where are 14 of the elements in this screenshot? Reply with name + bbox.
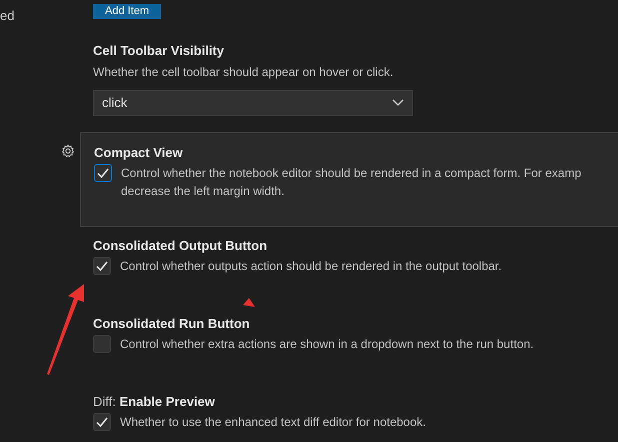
add-item-button[interactable]: Add Item — [93, 4, 162, 19]
setting-category: Diff: — [93, 394, 116, 409]
setting-title: Cell Toolbar Visibility — [93, 42, 225, 60]
setting-description: Control whether outputs action should be rendered in the output toolbar. — [120, 258, 502, 275]
dropdown[interactable]: click — [93, 90, 413, 116]
setting-description: Control whether the notebook editor should be rendered in a compact form. For examp decrease the left margin width. — [121, 165, 582, 200]
setting-title: Consolidated Output Button — [93, 238, 268, 253]
setting-description: Whether to use the enhanced text diff editor for notebook. — [120, 414, 426, 431]
setting-title: Enable Preview — [120, 394, 215, 409]
setting-title: Compact View — [94, 145, 183, 160]
sidebar-item[interactable]: ed — [0, 8, 14, 24]
setting-description: Control whether extra actions are shown in a dropdown next to the run button. — [120, 336, 534, 353]
setting-title: Consolidated Run Button — [93, 316, 250, 331]
setting-description: Whether the cell toolbar should appear on hover or click. — [93, 64, 394, 81]
